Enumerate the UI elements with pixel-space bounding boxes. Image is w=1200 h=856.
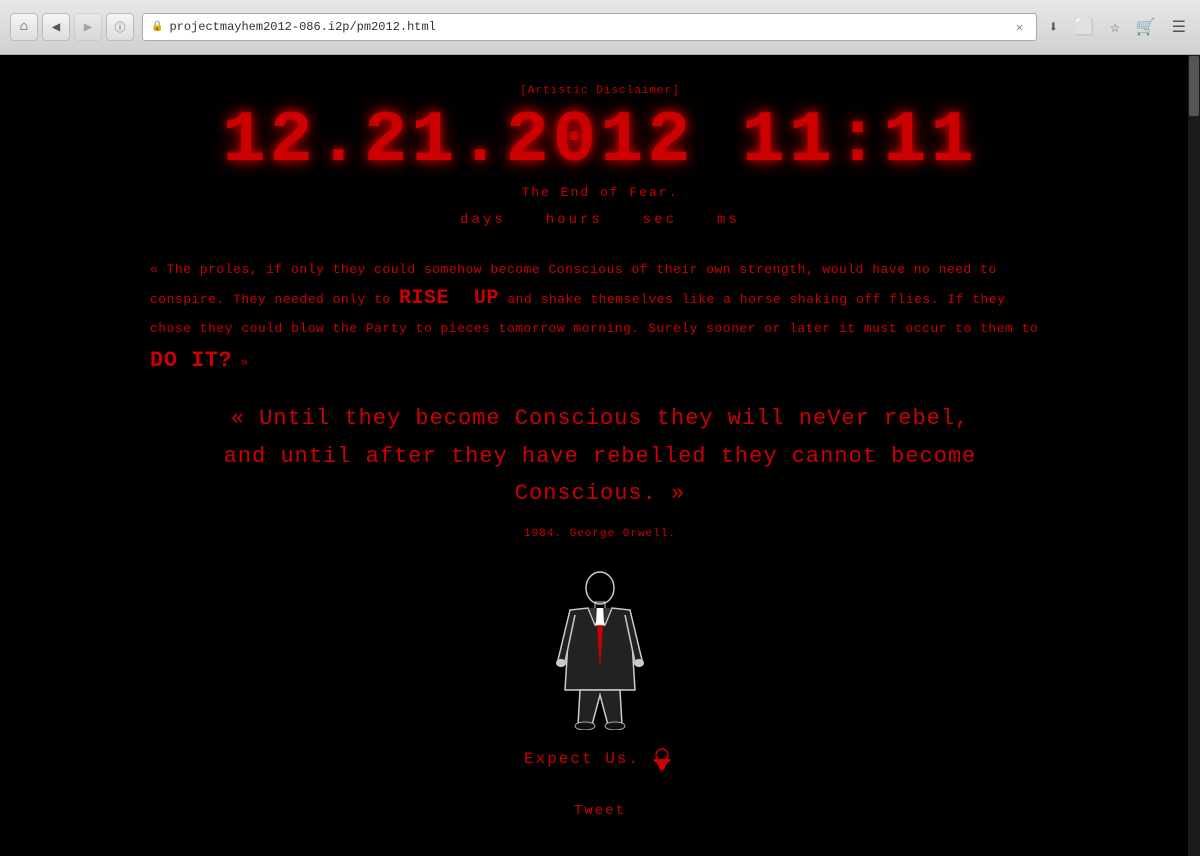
countdown-hours: hours [546, 212, 603, 228]
disclaimer-text: [Artistic Disclaimer] [520, 85, 680, 97]
download-icon[interactable]: ⬇ [1045, 15, 1063, 39]
window-icon[interactable]: ⬜ [1070, 15, 1098, 39]
suit-figure [550, 570, 650, 730]
browser-chrome: ⌂ ◀ ▶ ⓘ 🔒 projectmayhem2012-086.i2p/pm20… [0, 0, 1200, 55]
main-paragraph: « The proles, if only they could somehow… [150, 258, 1050, 380]
cart-icon[interactable]: 🛒 [1132, 15, 1160, 39]
nav-buttons: ⌂ ◀ ▶ ⓘ [10, 13, 134, 41]
countdown-sec: sec [643, 212, 677, 228]
scrollbar-thumb [1189, 56, 1199, 116]
big-quote: « Until they become Conscious they will … [150, 400, 1050, 512]
tweet-link[interactable]: Tweet [574, 803, 626, 819]
toolbar-right: ⬇ ⬜ ☆ 🛒 ☰ [1045, 15, 1190, 39]
lock-icon: 🔒 [151, 21, 163, 33]
big-quote-line2: and until after they have rebelled they … [150, 438, 1050, 513]
url-path: /pm2012.html [349, 20, 435, 34]
address-bar[interactable]: 🔒 projectmayhem2012-086.i2p/pm2012.html … [142, 13, 1037, 41]
anonymous-logo [648, 745, 676, 773]
clear-url-button[interactable]: ✕ [1012, 19, 1028, 35]
expect-us-container: Expect Us. [524, 745, 676, 773]
url-domain: projectmayhem2012-086.i2p [169, 20, 349, 34]
clock-value: 12.21.2012 11:11 [222, 100, 977, 182]
big-quote-line1: « Until they become Conscious they will … [150, 400, 1050, 437]
back-button[interactable]: ◀ [42, 13, 70, 41]
menu-icon[interactable]: ☰ [1168, 15, 1190, 39]
suit-svg [550, 570, 650, 730]
scrollbar[interactable] [1188, 55, 1200, 856]
info-button[interactable]: ⓘ [106, 13, 134, 41]
url-text: projectmayhem2012-086.i2p/pm2012.html [169, 20, 435, 34]
pocket-icon[interactable]: ☆ [1106, 15, 1124, 39]
attribution-text: 1984. George Orwell. [524, 528, 676, 540]
expect-us-text: Expect Us. [524, 750, 640, 768]
countdown-labels: days hours sec ms [460, 212, 740, 228]
clock-display: 12.21.2012 11:11 [222, 105, 977, 177]
page-content: [Artistic Disclaimer] 12.21.2012 11:11 T… [0, 55, 1200, 856]
forward-button[interactable]: ▶ [74, 13, 102, 41]
tagline-text: The End of Fear. [522, 185, 679, 200]
countdown-days: days [460, 212, 506, 228]
countdown-ms: ms [717, 212, 740, 228]
home-button[interactable]: ⌂ [10, 13, 38, 41]
